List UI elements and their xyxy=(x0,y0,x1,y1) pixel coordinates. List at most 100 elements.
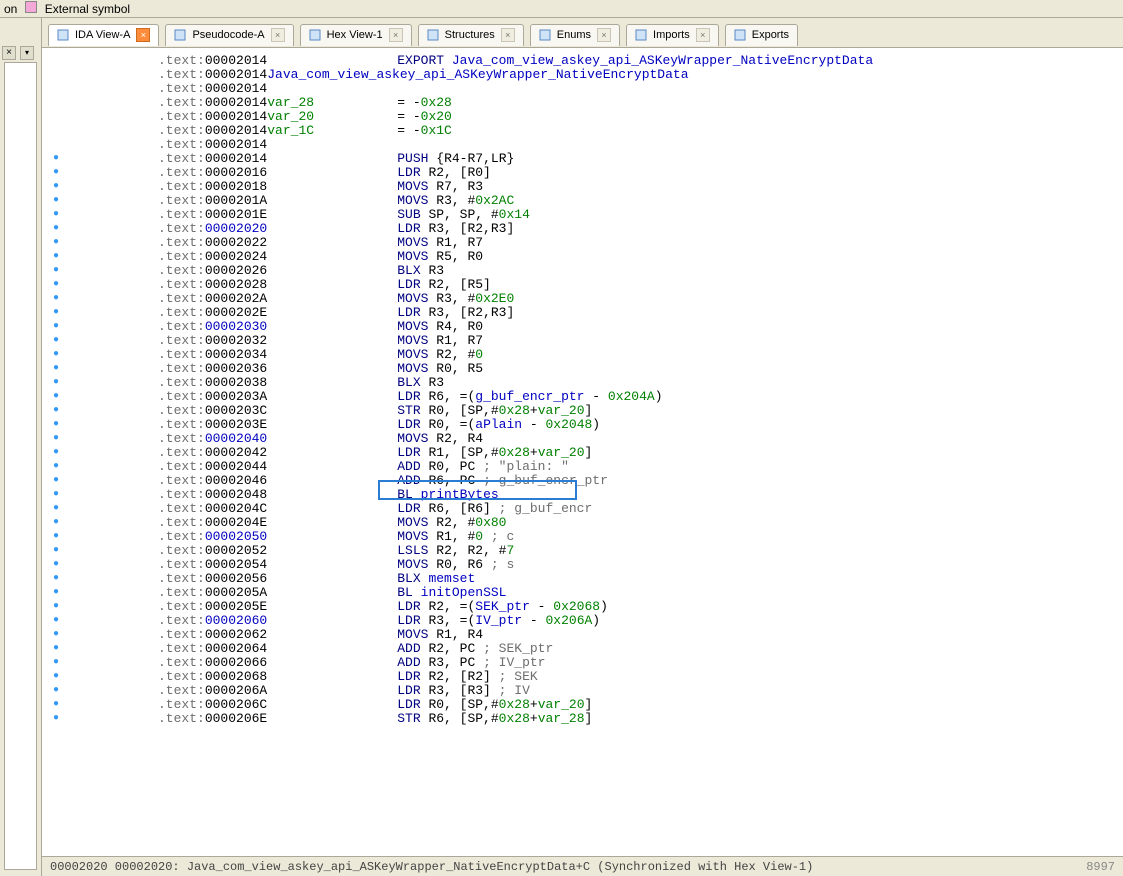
sidebar-close-button[interactable]: × xyxy=(2,46,16,60)
asm-line[interactable]: ●.text:00002022 MOVS R1, R7 xyxy=(48,236,1123,250)
asm-line[interactable]: ●.text:0000205E LDR R2, =(SEK_ptr - 0x20… xyxy=(48,600,1123,614)
tab-exports[interactable]: Exports xyxy=(725,24,798,46)
asm-line[interactable]: ●.text:00002066 ADD R3, PC ; IV_ptr xyxy=(48,656,1123,670)
address[interactable]: 00002066 xyxy=(205,656,267,670)
asm-line[interactable]: ●.text:00002038 BLX R3 xyxy=(48,376,1123,390)
breakpoint-gutter[interactable]: ● xyxy=(48,334,64,348)
tab-close-button[interactable]: × xyxy=(501,28,515,42)
breakpoint-gutter[interactable]: ● xyxy=(48,656,64,670)
asm-line[interactable]: ●.text:00002034 MOVS R2, #0 xyxy=(48,348,1123,362)
breakpoint-gutter[interactable]: ● xyxy=(48,530,64,544)
address[interactable]: 0000205A xyxy=(205,586,267,600)
address[interactable]: 00002038 xyxy=(205,376,267,390)
asm-line[interactable]: ●.text:00002052 LSLS R2, R2, #7 xyxy=(48,544,1123,558)
asm-line[interactable]: ●.text:00002040 MOVS R2, R4 xyxy=(48,432,1123,446)
asm-line[interactable]: ●.text:0000204E MOVS R2, #0x80 xyxy=(48,516,1123,530)
address[interactable]: 00002034 xyxy=(205,348,267,362)
breakpoint-gutter[interactable]: ● xyxy=(48,404,64,418)
breakpoint-gutter[interactable]: ● xyxy=(48,390,64,404)
asm-line[interactable]: ●.text:0000205A BL initOpenSSL xyxy=(48,586,1123,600)
breakpoint-gutter[interactable]: ● xyxy=(48,474,64,488)
tab-close-button[interactable]: × xyxy=(136,28,150,42)
asm-line[interactable]: ●.text:00002056 BLX memset xyxy=(48,572,1123,586)
address[interactable]: 00002054 xyxy=(205,558,267,572)
asm-line[interactable]: ●.text:0000206E STR R6, [SP,#0x28+var_28… xyxy=(48,712,1123,726)
address[interactable]: 00002048 xyxy=(205,488,267,502)
address[interactable]: 00002014 xyxy=(205,54,267,68)
address[interactable]: 00002060 xyxy=(205,614,267,628)
address[interactable]: 00002042 xyxy=(205,446,267,460)
asm-line[interactable]: ●.text:00002064 ADD R2, PC ; SEK_ptr xyxy=(48,642,1123,656)
asm-line[interactable]: ●.text:00002032 MOVS R1, R7 xyxy=(48,334,1123,348)
asm-line[interactable]: ●.text:0000206C LDR R0, [SP,#0x28+var_20… xyxy=(48,698,1123,712)
breakpoint-gutter[interactable]: ● xyxy=(48,516,64,530)
asm-line[interactable]: ●.text:00002044 ADD R0, PC ; "plain: " xyxy=(48,460,1123,474)
asm-line[interactable]: ●.text:00002014 PUSH {R4-R7,LR} xyxy=(48,152,1123,166)
address[interactable]: 00002052 xyxy=(205,544,267,558)
address[interactable]: 0000203E xyxy=(205,418,267,432)
address[interactable]: 00002032 xyxy=(205,334,267,348)
address[interactable]: 00002068 xyxy=(205,670,267,684)
tab-enums[interactable]: Enums× xyxy=(530,24,620,46)
sidebar-dropdown-button[interactable]: ▾ xyxy=(20,46,34,60)
address[interactable]: 00002056 xyxy=(205,572,267,586)
address[interactable]: 00002040 xyxy=(205,432,267,446)
breakpoint-gutter[interactable]: ● xyxy=(48,208,64,222)
address[interactable]: 0000204E xyxy=(205,516,267,530)
asm-line[interactable]: ●.text:00002026 BLX R3 xyxy=(48,264,1123,278)
address[interactable]: 00002030 xyxy=(205,320,267,334)
address[interactable]: 0000206C xyxy=(205,698,267,712)
breakpoint-gutter[interactable]: ● xyxy=(48,432,64,446)
address[interactable]: 00002018 xyxy=(205,180,267,194)
breakpoint-gutter[interactable]: ● xyxy=(48,166,64,180)
address[interactable]: 0000201E xyxy=(205,208,267,222)
breakpoint-gutter[interactable]: ● xyxy=(48,194,64,208)
tab-close-button[interactable]: × xyxy=(271,28,285,42)
breakpoint-gutter[interactable]: ● xyxy=(48,614,64,628)
asm-line[interactable]: ●.text:00002020 LDR R3, [R2,R3] xyxy=(48,222,1123,236)
address[interactable]: 0000206E xyxy=(205,712,267,726)
breakpoint-gutter[interactable]: ● xyxy=(48,222,64,236)
asm-line[interactable]: ●.text:0000202E LDR R3, [R2,R3] xyxy=(48,306,1123,320)
address[interactable]: 00002050 xyxy=(205,530,267,544)
address[interactable]: 00002014 xyxy=(205,152,267,166)
asm-line[interactable]: .text:00002014 EXPORT Java_com_view_aske… xyxy=(48,54,1123,68)
breakpoint-gutter[interactable]: ● xyxy=(48,670,64,684)
breakpoint-gutter[interactable]: ● xyxy=(48,250,64,264)
address[interactable]: 0000203C xyxy=(205,404,267,418)
sidebar-panel[interactable] xyxy=(4,62,37,870)
breakpoint-gutter[interactable]: ● xyxy=(48,306,64,320)
asm-line[interactable]: ●.text:00002054 MOVS R0, R6 ; s xyxy=(48,558,1123,572)
asm-line[interactable]: .text:00002014 Java_com_view_askey_api_A… xyxy=(48,68,1123,82)
address[interactable]: 00002024 xyxy=(205,250,267,264)
breakpoint-gutter[interactable]: ● xyxy=(48,684,64,698)
breakpoint-gutter[interactable]: ● xyxy=(48,712,64,726)
tab-imports[interactable]: Imports× xyxy=(626,24,719,46)
address[interactable]: 0000205E xyxy=(205,600,267,614)
asm-line[interactable]: ●.text:00002046 ADD R6, PC ; g_buf_encr_… xyxy=(48,474,1123,488)
tab-structures[interactable]: Structures× xyxy=(418,24,524,46)
address[interactable]: 00002044 xyxy=(205,460,267,474)
breakpoint-gutter[interactable]: ● xyxy=(48,348,64,362)
breakpoint-gutter[interactable]: ● xyxy=(48,586,64,600)
breakpoint-gutter[interactable]: ● xyxy=(48,600,64,614)
address[interactable]: 00002014 xyxy=(205,110,267,124)
breakpoint-gutter[interactable]: ● xyxy=(48,418,64,432)
asm-line[interactable]: ●.text:00002060 LDR R3, =(IV_ptr - 0x206… xyxy=(48,614,1123,628)
breakpoint-gutter[interactable]: ● xyxy=(48,642,64,656)
address[interactable]: 0000202A xyxy=(205,292,267,306)
asm-line[interactable]: ●.text:0000203A LDR R6, =(g_buf_encr_ptr… xyxy=(48,390,1123,404)
breakpoint-gutter[interactable]: ● xyxy=(48,236,64,250)
address[interactable]: 0000201A xyxy=(205,194,267,208)
breakpoint-gutter[interactable]: ● xyxy=(48,544,64,558)
asm-line[interactable]: ●.text:00002018 MOVS R7, R3 xyxy=(48,180,1123,194)
address[interactable]: 00002062 xyxy=(205,628,267,642)
breakpoint-gutter[interactable]: ● xyxy=(48,446,64,460)
tab-ida-view-a[interactable]: IDA View-A× xyxy=(48,24,159,46)
address[interactable]: 00002016 xyxy=(205,166,267,180)
asm-line[interactable]: ●.text:0000201E SUB SP, SP, #0x14 xyxy=(48,208,1123,222)
breakpoint-gutter[interactable]: ● xyxy=(48,152,64,166)
tab-pseudocode-a[interactable]: Pseudocode-A× xyxy=(165,24,293,46)
address[interactable]: 00002036 xyxy=(205,362,267,376)
tab-close-button[interactable]: × xyxy=(597,28,611,42)
